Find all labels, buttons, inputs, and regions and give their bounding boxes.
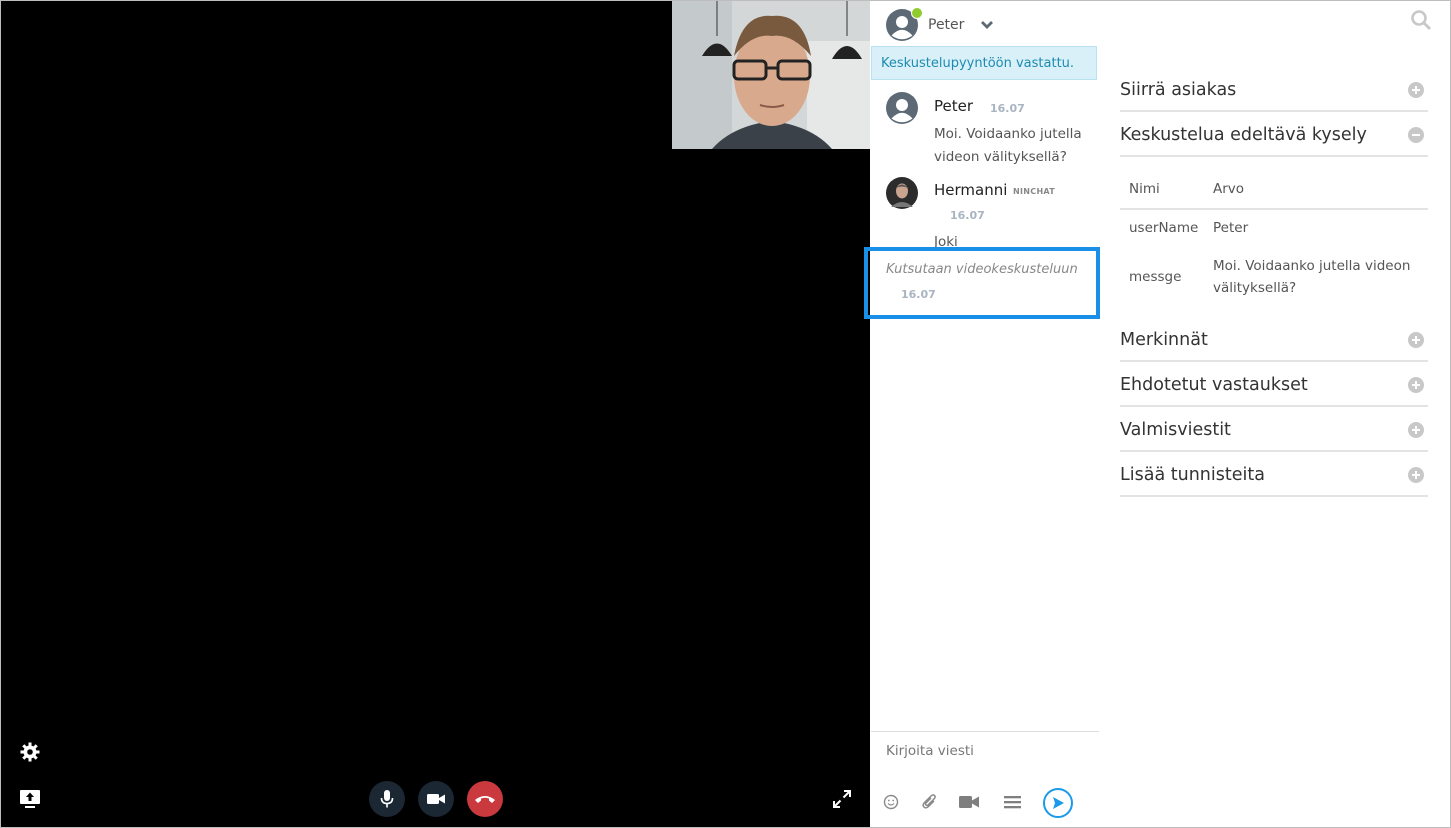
table-header-name: Nimi [1129, 181, 1160, 197]
section-title: Valmisviestit [1120, 420, 1231, 440]
sender-badge: NINCHAT [1013, 187, 1056, 196]
attachment-icon [922, 794, 936, 809]
emoji-button[interactable] [880, 791, 902, 813]
fullscreen-button[interactable] [830, 787, 854, 811]
video-icon [959, 796, 979, 808]
minus-icon[interactable] [1408, 127, 1424, 143]
section-notes[interactable]: Merkinnät [1120, 318, 1428, 362]
table-cell-key: userName [1129, 220, 1199, 236]
table-cell-value: Peter [1213, 220, 1249, 236]
avatar [886, 7, 923, 41]
chat-accepted-banner: Keskustelupyyntöön vastattu. [871, 46, 1097, 80]
hangup-icon [475, 796, 495, 803]
table-cell-value-line2: välityksellä? [1213, 280, 1297, 296]
highlight-box [864, 247, 1100, 319]
send-button[interactable] [1043, 788, 1073, 818]
hangup-button[interactable] [467, 781, 503, 817]
section-pre-chat-survey[interactable]: Keskustelua edeltävä kysely [1120, 113, 1428, 157]
emoji-icon [883, 794, 899, 810]
fullscreen-icon [833, 790, 851, 808]
composer-divider [871, 731, 1099, 732]
settings-button[interactable] [19, 741, 41, 763]
camera-button[interactable] [418, 781, 454, 817]
plus-icon[interactable] [1408, 332, 1424, 348]
plus-icon[interactable] [1408, 422, 1424, 438]
section-title: Lisää tunnisteita [1120, 465, 1265, 485]
screen-share-button[interactable] [18, 787, 42, 811]
attachment-button[interactable] [919, 791, 941, 813]
settings-icon [20, 742, 40, 762]
message-text-line2: videon välityksellä? [934, 149, 1067, 165]
plus-icon[interactable] [1408, 377, 1424, 393]
menu-button[interactable] [1001, 791, 1023, 813]
menu-icon [1003, 796, 1021, 809]
section-suggested-replies[interactable]: Ehdotetut vastaukset [1120, 363, 1428, 407]
message-sender: Peter [934, 97, 974, 115]
online-status-indicator [911, 7, 923, 19]
microphone-icon [380, 790, 394, 808]
avatar [886, 177, 918, 209]
message-sender: Hermanni [934, 181, 1008, 199]
avatar [886, 92, 918, 124]
table-cell-value-line1: Moi. Voidaanko jutella videon [1213, 258, 1411, 274]
message-time: 16.07 [990, 102, 1025, 115]
video-call-button[interactable] [958, 791, 980, 813]
video-area [1, 1, 870, 827]
section-title: Ehdotetut vastaukset [1120, 375, 1308, 395]
camera-icon [427, 794, 445, 804]
message-time: 16.07 [950, 209, 985, 222]
message-text-line1: Moi. Voidaanko jutella [934, 126, 1082, 142]
table-cell-key: messge [1129, 269, 1182, 285]
microphone-button[interactable] [369, 781, 405, 817]
send-icon [1053, 797, 1064, 809]
self-view-video [672, 1, 870, 149]
plus-icon[interactable] [1408, 82, 1424, 98]
screen-share-icon [20, 790, 40, 808]
table-divider [1120, 208, 1428, 210]
chat-column: Peter Keskustelupyyntöön vastattu. Peter… [871, 1, 1099, 827]
section-add-tags[interactable]: Lisää tunnisteita [1120, 453, 1428, 497]
section-transfer-customer[interactable]: Siirrä asiakas [1120, 68, 1428, 112]
section-canned-messages[interactable]: Valmisviestit [1120, 408, 1428, 452]
message-input[interactable]: Kirjoita viesti [886, 743, 974, 759]
section-title: Merkinnät [1120, 330, 1208, 350]
plus-icon[interactable] [1408, 467, 1424, 483]
table-header-value: Arvo [1213, 181, 1245, 197]
header-user-name: Peter [928, 17, 965, 33]
section-title: Keskustelua edeltävä kysely [1120, 125, 1367, 145]
chat-header[interactable]: Peter [886, 7, 994, 43]
chevron-down-icon[interactable] [980, 20, 994, 30]
search-icon[interactable] [1410, 9, 1432, 31]
section-title: Siirrä asiakas [1120, 80, 1237, 100]
